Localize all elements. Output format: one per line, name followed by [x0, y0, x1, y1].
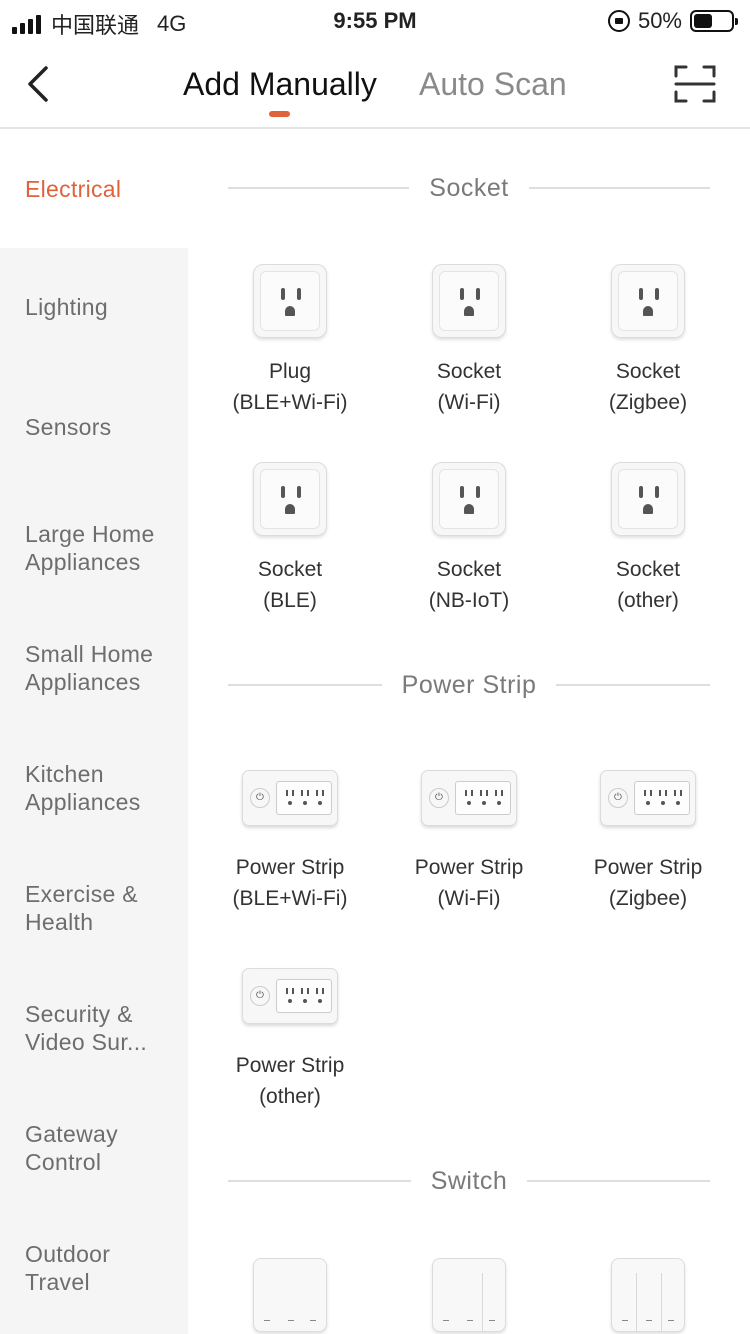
device-label-line2: (other) [617, 589, 679, 612]
divider [556, 684, 710, 686]
switch-3-gang-icon [611, 1258, 685, 1332]
sidebar-item-label: Exercise & Health [25, 881, 138, 935]
power-strip-icon: ⏻ [600, 770, 696, 826]
device-power-strip-wifi[interactable]: ⏻ Power Strip (Wi-Fi) [379, 770, 559, 914]
device-label-line1: Socket [436, 360, 502, 383]
back-arrow-icon[interactable] [22, 62, 62, 106]
sidebar-item-sensors[interactable]: Sensors [0, 413, 170, 441]
power-strip-icon: ⏻ [421, 770, 517, 826]
sidebar-item-label: Kitchen Appliances [25, 761, 141, 815]
sidebar-item-label: Outdoor Travel [25, 1241, 111, 1295]
sidebar-item-electrical[interactable]: Electrical [0, 131, 188, 248]
device-label-line1: Socket [436, 558, 502, 581]
top-nav: Add Manually Auto Scan [0, 40, 750, 129]
device-label-line2: (BLE+Wi-Fi) [232, 391, 348, 414]
divider [527, 1180, 711, 1182]
device-socket-ble[interactable]: Socket (BLE) [200, 462, 380, 616]
battery-icon [690, 10, 738, 32]
device-label-line2: (Zigbee) [608, 887, 688, 910]
section-title: Power Strip [401, 670, 537, 699]
socket-icon [611, 462, 685, 536]
device-label-line1: Socket [257, 558, 323, 581]
sidebar-item-label: Sensors [25, 414, 112, 440]
sidebar-item-gateway-control[interactable]: Gateway Control [0, 1120, 150, 1176]
device-label-line1: Socket [615, 558, 681, 581]
device-label-line1: Power Strip [414, 856, 524, 879]
sidebar-item-label: Gateway Control [25, 1121, 118, 1175]
section-header-switch: Switch [228, 1166, 711, 1196]
device-label-line1: Power Strip [235, 1054, 345, 1077]
rotation-lock-icon [607, 10, 630, 32]
divider [228, 187, 410, 189]
device-label-line2: (BLE+Wi-Fi) [232, 887, 348, 910]
sidebar-item-outdoor-travel[interactable]: Outdoor Travel [0, 1240, 150, 1296]
device-label-line2: (Zigbee) [608, 391, 688, 414]
sidebar-item-small-home-appliances[interactable]: Small Home Appliances [0, 640, 170, 696]
category-sidebar: Electrical Lighting Sensors Large Home A… [0, 131, 188, 1334]
device-label-line1: Power Strip [235, 856, 345, 879]
sidebar-item-large-home-appliances[interactable]: Large Home Appliances [0, 520, 170, 576]
socket-icon [253, 462, 327, 536]
sidebar-item-label: Large Home Appliances [25, 521, 155, 575]
device-power-strip-ble-wifi[interactable]: ⏻ Power Strip (BLE+Wi-Fi) [200, 770, 380, 914]
device-socket-wifi[interactable]: Socket (Wi-Fi) [379, 264, 559, 418]
power-strip-icon: ⏻ [242, 770, 338, 826]
section-header-power-strip: Power Strip [228, 670, 710, 700]
power-strip-icon: ⏻ [242, 968, 338, 1024]
device-plug-ble-wifi[interactable]: Plug (BLE+Wi-Fi) [200, 264, 380, 418]
socket-icon [432, 462, 506, 536]
sidebar-item-kitchen-appliances[interactable]: Kitchen Appliances [0, 760, 170, 816]
sidebar-item-label: Lighting [25, 294, 108, 320]
device-socket-nb-iot[interactable]: Socket (NB-IoT) [379, 462, 559, 616]
sidebar-item-label: Security & Video Sur... [25, 1001, 148, 1055]
divider [228, 684, 382, 686]
switch-2-gang-icon [432, 1258, 506, 1332]
divider [228, 1180, 411, 1182]
device-socket-other[interactable]: Socket (other) [558, 462, 738, 616]
tab-auto-scan[interactable]: Auto Scan [419, 66, 567, 103]
socket-icon [253, 264, 327, 338]
section-title: Socket [429, 173, 509, 202]
device-socket-zigbee[interactable]: Socket (Zigbee) [558, 264, 738, 418]
battery-percent: 50% [637, 8, 682, 33]
device-switch-3-gang[interactable] [558, 1258, 738, 1332]
status-right: 50% [607, 8, 738, 34]
device-switch-2-gang[interactable] [379, 1258, 559, 1332]
device-label-line2: (Wi-Fi) [437, 887, 501, 910]
section-header-socket: Socket [228, 173, 710, 203]
sidebar-item-lighting[interactable]: Lighting [0, 293, 170, 321]
device-label-line1: Power Strip [593, 856, 703, 879]
sidebar-item-label: Electrical [25, 176, 122, 202]
sidebar-item-security-video[interactable]: Security & Video Sur... [0, 1000, 170, 1056]
device-label-line2: (Wi-Fi) [437, 391, 501, 414]
device-label-line1: Socket [615, 360, 681, 383]
sidebar-item-exercise-health[interactable]: Exercise & Health [0, 880, 150, 936]
socket-icon [611, 264, 685, 338]
device-list: Socket Plug (BLE+Wi-Fi) Socket (Wi-Fi) S… [188, 131, 750, 1334]
device-label-line2: (NB-IoT) [428, 589, 510, 612]
device-power-strip-other[interactable]: ⏻ Power Strip (other) [200, 968, 380, 1112]
device-label-line2: (other) [259, 1085, 321, 1108]
device-power-strip-zigbee[interactable]: ⏻ Power Strip (Zigbee) [558, 770, 738, 914]
active-tab-indicator [269, 111, 290, 117]
sidebar-item-label: Small Home Appliances [25, 641, 154, 695]
device-label-line1: Plug [268, 360, 312, 383]
device-switch-1-gang[interactable] [200, 1258, 380, 1332]
section-title: Switch [430, 1166, 508, 1195]
divider [528, 187, 710, 189]
scan-icon[interactable] [674, 64, 716, 104]
device-label-line2: (BLE) [263, 589, 317, 612]
socket-icon [432, 264, 506, 338]
tab-add-manually[interactable]: Add Manually [183, 66, 377, 103]
switch-1-gang-icon [253, 1258, 327, 1332]
status-bar: 中国联通 4G 9:55 PM 50% [0, 0, 750, 40]
